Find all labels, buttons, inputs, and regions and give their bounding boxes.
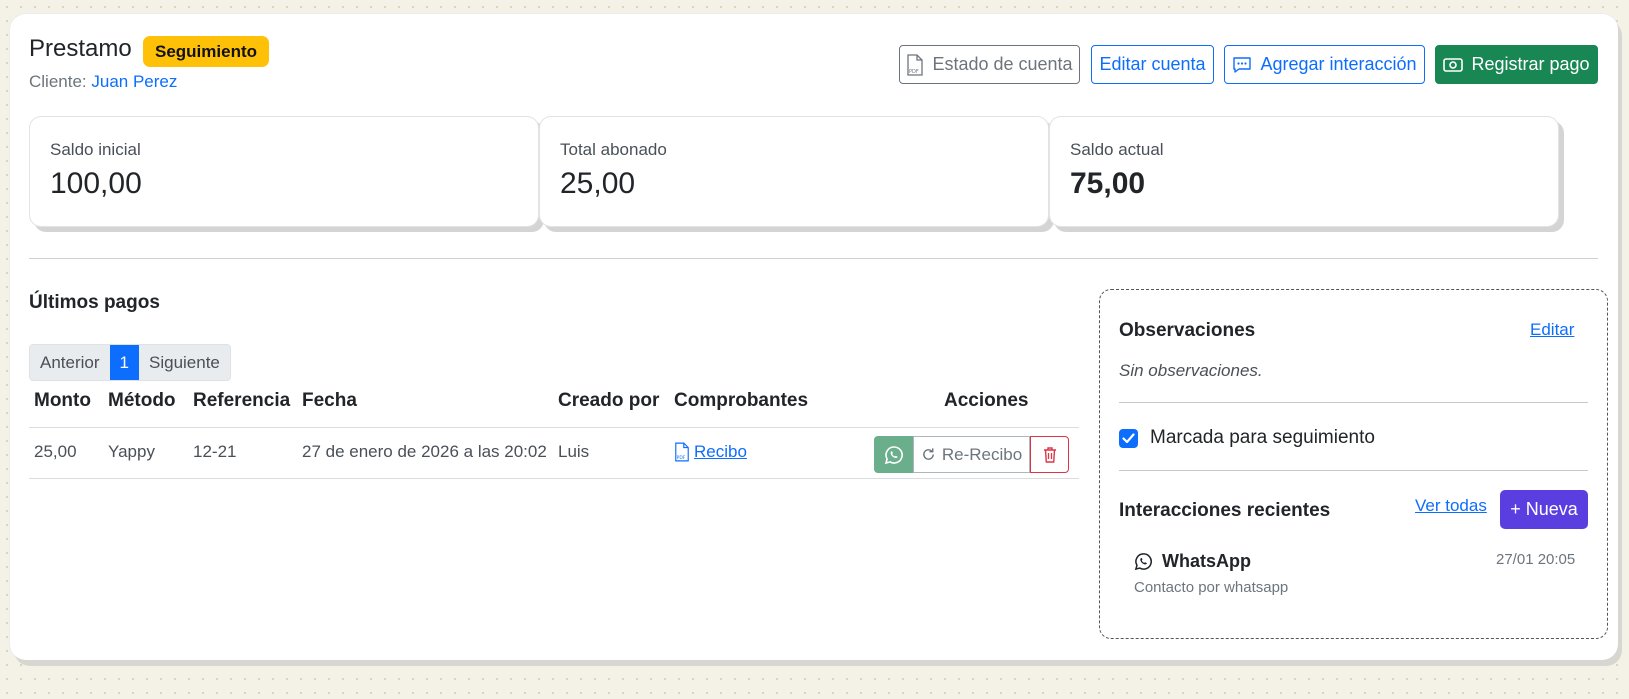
col-header: Comprobantes	[674, 390, 809, 411]
view-all-link[interactable]: Ver todas	[1415, 496, 1487, 516]
whatsapp-button[interactable]	[874, 436, 913, 473]
col-header: Método	[108, 390, 176, 411]
col-header: Referencia	[193, 390, 291, 411]
receipt-link[interactable]: PDF Recibo	[674, 442, 747, 462]
stat-card-balance: Saldo actual 75,00	[1049, 116, 1559, 227]
divider	[1119, 402, 1588, 403]
statement-button[interactable]: PDF Estado de cuenta	[899, 45, 1080, 84]
svg-text:PDF: PDF	[909, 69, 919, 75]
stat-value: 100,00	[50, 167, 142, 200]
divider	[1119, 470, 1588, 471]
interaction-date: 27/01 20:05	[1496, 551, 1576, 568]
status-badge: Seguimiento	[143, 36, 270, 67]
add-interaction-button[interactable]: Agregar interacción	[1224, 45, 1425, 84]
whatsapp-icon	[1134, 553, 1152, 571]
interaction-description: Contacto por whatsapp	[1134, 579, 1289, 596]
checkmark-icon	[1122, 433, 1135, 444]
row-actions: Re-Recibo	[874, 436, 1069, 473]
observations-empty: Sin observaciones.	[1119, 361, 1263, 380]
client-link[interactable]: Juan Perez	[91, 72, 177, 91]
add-interaction-label: Agregar interacción	[1260, 54, 1417, 74]
rereceipt-label: Re-Recibo	[941, 444, 1023, 464]
pager-prev[interactable]: Anterior	[30, 345, 110, 380]
pdf-file-icon: PDF	[907, 53, 924, 76]
stat-card-initial: Saldo inicial 100,00	[29, 116, 539, 227]
page-title: Prestamo	[29, 35, 132, 62]
col-header: Fecha	[302, 390, 357, 411]
cell-metodo: Yappy	[108, 442, 155, 461]
statement-label: Estado de cuenta	[932, 54, 1073, 74]
divider	[29, 258, 1598, 259]
svg-text:PDF: PDF	[677, 455, 686, 461]
whatsapp-icon	[884, 445, 903, 464]
pager-next[interactable]: Siguiente	[139, 345, 230, 380]
register-payment-button[interactable]: Registrar pago	[1435, 45, 1598, 84]
delete-button[interactable]	[1030, 436, 1069, 473]
pagination: Anterior 1 Siguiente	[29, 344, 231, 381]
stat-label: Total abonado	[560, 140, 667, 159]
col-header: Acciones	[944, 390, 1029, 411]
row-divider	[29, 478, 1079, 479]
followup-checkbox[interactable]	[1119, 429, 1138, 448]
col-header: Creado por	[558, 390, 660, 411]
rereceipt-button[interactable]: Re-Recibo	[913, 436, 1030, 473]
chat-dots-icon	[1233, 56, 1252, 73]
cell-fecha: 27 de enero de 2026 a las 20:02	[302, 442, 547, 461]
interaction-channel: WhatsApp	[1162, 551, 1251, 571]
col-header: Monto	[34, 390, 91, 411]
client-line: Cliente: Juan Perez	[29, 72, 177, 92]
cash-icon	[1443, 57, 1464, 72]
client-label: Cliente:	[29, 72, 87, 91]
followup-label: Marcada para seguimiento	[1150, 427, 1375, 448]
payments-title: Últimos pagos	[29, 292, 160, 313]
refresh-icon	[922, 448, 934, 460]
register-payment-label: Registrar pago	[1471, 54, 1590, 74]
receipt-label: Recibo	[694, 442, 747, 461]
cell-creado-por: Luis	[558, 442, 590, 461]
cell-referencia: 12-21	[193, 442, 237, 461]
stat-label: Saldo actual	[1070, 140, 1164, 159]
observations-edit-link[interactable]: Editar	[1530, 320, 1574, 340]
new-interaction-button[interactable]: + Nueva	[1500, 490, 1588, 529]
observations-title: Observaciones	[1119, 320, 1256, 341]
pager-page-1[interactable]: 1	[109, 345, 139, 380]
stat-value: 25,00	[560, 167, 636, 200]
header-divider	[29, 427, 1079, 428]
loan-card: Prestamo Seguimiento Cliente: Juan Perez…	[10, 14, 1618, 660]
cell-monto: 25,00	[34, 442, 77, 461]
trash-icon	[1043, 446, 1056, 463]
observations-panel: Observaciones Editar Sin observaciones. …	[1099, 289, 1608, 639]
stat-value: 75,00	[1070, 167, 1146, 200]
interactions-title: Interacciones recientes	[1119, 500, 1331, 521]
stat-label: Saldo inicial	[50, 140, 141, 159]
pdf-file-icon: PDF	[675, 442, 689, 462]
edit-account-button[interactable]: Editar cuenta	[1091, 45, 1214, 84]
stat-card-paid: Total abonado 25,00	[539, 116, 1049, 227]
